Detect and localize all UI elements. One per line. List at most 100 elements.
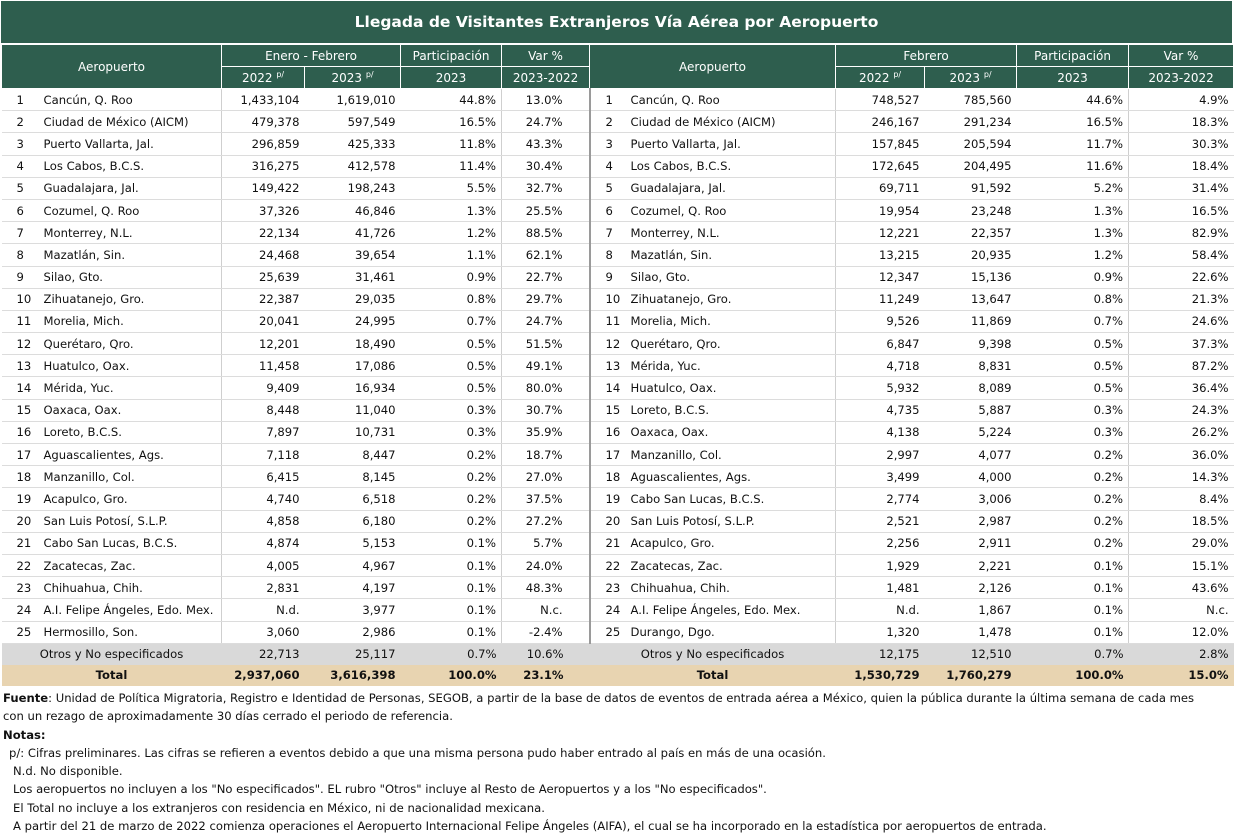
right-part-cell: 1.3% xyxy=(1016,199,1130,223)
left-v2023-cell: 597,549 xyxy=(304,110,401,134)
otros-2023-left: 25,117 xyxy=(304,643,401,665)
otros-row: Otros y No especificados 22,713 25,117 0… xyxy=(1,643,1234,665)
left-v2023-cell: 29,035 xyxy=(304,288,401,311)
total-2022-right: 1,530,729 xyxy=(835,664,925,686)
left-v2023-cell: 46,846 xyxy=(304,199,401,223)
left-v2023-cell: 4,967 xyxy=(304,554,401,578)
right-v2023-cell: 291,234 xyxy=(924,110,1017,134)
left-var-cell: N.c. xyxy=(501,598,591,622)
left-v2023-cell: 6,180 xyxy=(304,510,401,533)
left-v2022-cell: 12,201 xyxy=(221,332,305,356)
airport-arrivals-table: Aeropuerto Enero - Febrero Participación… xyxy=(0,44,1234,686)
left-name-cell: Huatulco, Oax. xyxy=(38,354,223,378)
col-header-period-left: Enero - Febrero xyxy=(221,44,402,67)
left-name-cell: Mazatlán, Sin. xyxy=(38,243,223,267)
left-var-cell: 24.7% xyxy=(501,310,591,334)
right-name-cell: Manzanillo, Col. xyxy=(625,443,837,467)
right-v2023-cell: 3,006 xyxy=(924,487,1017,511)
right-part-cell: 11.7% xyxy=(1016,132,1130,156)
left-rank-cell: 14 xyxy=(1,376,39,400)
left-part-cell: 0.1% xyxy=(400,576,503,600)
right-var-cell: 18.4% xyxy=(1128,155,1234,178)
note-aeropuertos: Los aeropuertos no incluyen a los "No es… xyxy=(13,782,767,797)
left-v2022-cell: 8,448 xyxy=(221,399,305,422)
left-name-cell: Cabo San Lucas, B.C.S. xyxy=(38,532,223,555)
table-row: 20 San Luis Potosí, S.L.P. 4,858 6,180 0.2% 2… xyxy=(1,510,1234,533)
right-part-cell: 0.2% xyxy=(1016,443,1130,467)
right-v2022-cell: 2,521 xyxy=(835,510,925,533)
table-row: 11 Morelia, Mich. 20,041 24,995 0.7% 24.7% 11 M… xyxy=(1,310,1234,334)
right-part-cell: 0.3% xyxy=(1016,399,1130,422)
left-part-cell: 5.5% xyxy=(400,177,503,200)
left-v2023-cell: 16,934 xyxy=(304,376,401,400)
right-name-cell: San Luis Potosí, S.L.P. xyxy=(625,510,837,533)
right-part-cell: 44.6% xyxy=(1016,88,1130,112)
right-v2022-cell: 2,997 xyxy=(835,443,925,467)
right-part-cell: 0.9% xyxy=(1016,266,1130,289)
left-v2022-cell: 1,433,104 xyxy=(221,88,305,112)
left-v2022-cell: 296,859 xyxy=(221,132,305,156)
table-row: 14 Mérida, Yuc. 9,409 16,934 0.5% 80.0% 14 Huat… xyxy=(1,376,1234,400)
right-name-cell: Mazatlán, Sin. xyxy=(625,243,837,267)
right-part-cell: 0.1% xyxy=(1016,576,1130,600)
left-var-cell: 43.3% xyxy=(501,132,591,156)
table-row: 17 Aguascalientes, Ags. 7,118 8,447 0.2% 18.7… xyxy=(1,443,1234,467)
left-part-cell: 16.5% xyxy=(400,110,503,134)
table-row: 18 Manzanillo, Col. 6,415 8,145 0.2% 27.0% 18 A… xyxy=(1,465,1234,489)
right-v2022-cell: 19,954 xyxy=(835,199,925,223)
left-rank-cell: 23 xyxy=(1,576,39,600)
table-row: 2 Ciudad de México (AICM) 479,378 597,549 16… xyxy=(1,110,1234,134)
right-part-cell: 0.3% xyxy=(1016,421,1130,445)
right-v2023-cell: 9,398 xyxy=(924,332,1017,356)
table-row: 23 Chihuahua, Chih. 2,831 4,197 0.1% 48.3% 23 C… xyxy=(1,576,1234,600)
left-v2022-cell: 25,639 xyxy=(221,266,305,289)
right-name-cell: Puerto Vallarta, Jal. xyxy=(625,132,837,156)
right-rank-cell: 5 xyxy=(589,177,626,200)
right-part-cell: 5.2% xyxy=(1016,177,1130,200)
total-var-left: 23.1% xyxy=(501,664,590,686)
col-header-part-year-left: 2023 xyxy=(400,66,503,89)
table-body: 1 Cancún, Q. Roo 1,433,104 1,619,010 44.8% 13… xyxy=(1,88,1234,686)
col-header-2022-left: 2022 p/ xyxy=(221,66,306,89)
right-rank-cell: 15 xyxy=(589,399,626,422)
right-name-cell: Silao, Gto. xyxy=(625,266,837,289)
right-v2023-cell: 4,000 xyxy=(924,465,1017,489)
right-name-cell: Oaxaca, Oax. xyxy=(625,421,837,445)
left-v2023-cell: 18,490 xyxy=(304,332,401,356)
right-v2022-cell: N.d. xyxy=(835,598,925,622)
col-header-var-years-right: 2023-2022 xyxy=(1128,66,1234,89)
otros-2023-right: 12,510 xyxy=(924,643,1017,665)
right-var-cell: 37.3% xyxy=(1128,332,1234,356)
left-part-cell: 11.8% xyxy=(400,132,503,156)
right-var-cell: 36.4% xyxy=(1128,376,1234,400)
left-rank-cell: 19 xyxy=(1,487,39,511)
year-label: 2023 xyxy=(949,70,981,85)
left-rank-cell: 9 xyxy=(1,266,39,289)
left-v2023-cell: 5,153 xyxy=(304,532,401,555)
right-v2022-cell: 1,320 xyxy=(835,621,925,644)
right-rank-cell: 3 xyxy=(589,132,626,156)
left-v2022-cell: 4,005 xyxy=(221,554,305,578)
right-rank-cell: 6 xyxy=(589,199,626,223)
right-v2022-cell: 4,718 xyxy=(835,354,925,378)
right-var-cell: 24.6% xyxy=(1128,310,1234,334)
left-v2023-cell: 4,197 xyxy=(304,576,401,600)
left-part-cell: 1.3% xyxy=(400,199,503,223)
left-var-cell: 49.1% xyxy=(501,354,591,378)
right-name-cell: Chihuahua, Chih. xyxy=(625,576,837,600)
note-total: El Total no incluye a los extranjeros co… xyxy=(13,800,545,815)
right-part-cell: 0.8% xyxy=(1016,288,1130,311)
left-rank-cell: 16 xyxy=(1,421,39,445)
left-name-cell: Puerto Vallarta, Jal. xyxy=(38,132,223,156)
left-name-cell: Querétaro, Qro. xyxy=(38,332,223,356)
left-v2023-cell: 24,995 xyxy=(304,310,401,334)
right-v2023-cell: 205,594 xyxy=(924,132,1017,156)
left-name-cell: Chihuahua, Chih. xyxy=(38,576,223,600)
table-row: 10 Zihuatanejo, Gro. 22,387 29,035 0.8% 29.7%… xyxy=(1,288,1234,311)
left-name-cell: Los Cabos, B.C.S. xyxy=(38,155,223,178)
right-rank-cell: 21 xyxy=(589,532,626,555)
left-rank-cell: 12 xyxy=(1,332,39,356)
left-var-cell: 30.4% xyxy=(501,155,591,178)
right-part-cell: 16.5% xyxy=(1016,110,1130,134)
right-rank-cell: 23 xyxy=(589,576,626,600)
